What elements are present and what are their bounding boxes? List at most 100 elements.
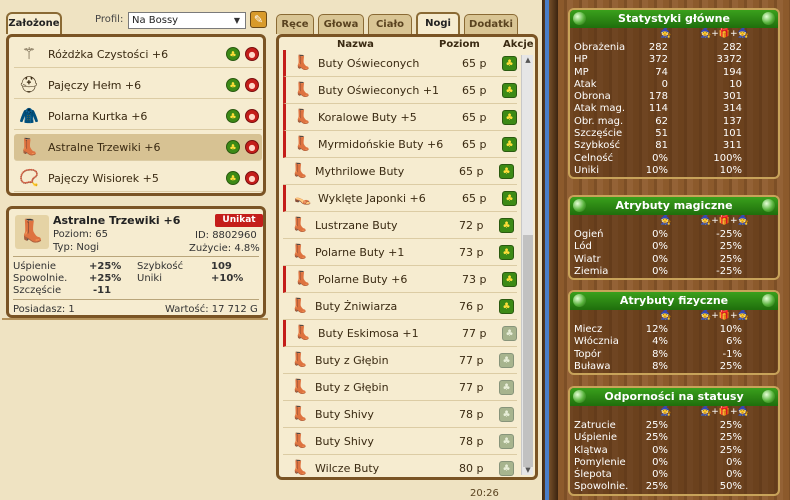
stat-row: Atak mag. 114 314 [570, 103, 778, 115]
tab-zalozone[interactable]: Założone [6, 12, 62, 34]
equip-icon[interactable]: ♣ [226, 47, 240, 61]
item-row[interactable]: 👢 Buty Oświeconych 65 p ♣ [283, 50, 517, 77]
equip-icon[interactable]: ♣ [502, 272, 517, 287]
boots-icon: 👢 [294, 325, 312, 341]
equip-icon[interactable]: ♣ [499, 434, 514, 449]
item-level: 73 p [462, 273, 487, 286]
equipped-item[interactable]: ⚚ Różdżka Czystości +6 ♣ ● [14, 41, 262, 68]
item-row[interactable]: 👢 Lustrzane Buty 72 p ♣ [283, 212, 517, 239]
stat-row: Uniki 10% 10% [570, 165, 778, 177]
item-row[interactable]: 👢 Myrmidońskie Buty +6 65 p ♣ [283, 131, 517, 158]
item-row[interactable]: 👢 Buty z Głębin 77 p ♣ [283, 347, 517, 374]
equipped-item[interactable]: 📿 Pajęczy Wisiorek +5 ♣ ● [14, 165, 262, 192]
item-row[interactable]: 👢 Buty Shivy 78 p ♣ [283, 428, 517, 455]
tab-dodatki[interactable]: Dodatki [464, 14, 518, 34]
profil-select-value: Na Bossy [132, 15, 179, 26]
equip-icon[interactable]: ♣ [226, 140, 240, 154]
equipped-item-name: Polarna Kurtka +6 [48, 110, 148, 123]
stat-label: Zatrucie [574, 420, 616, 431]
item-row[interactable]: 👡 Wyklęte Japonki +6 65 p ♣ [283, 185, 517, 212]
equip-icon[interactable]: ♣ [499, 218, 514, 233]
item-row[interactable]: 👢 Buty Eskimosa +1 77 p ♣ [283, 320, 517, 347]
stat-row: Klątwa 0% 25% [570, 445, 778, 457]
tab-nogi[interactable]: Nogi [416, 12, 460, 34]
equip-icon[interactable]: ♣ [226, 78, 240, 92]
wrench-icon[interactable]: ✎ [250, 11, 267, 28]
stat-value: 25% [645, 420, 668, 431]
equip-icon[interactable]: ♣ [499, 299, 514, 314]
stat-value: -1% [722, 348, 742, 360]
boots-icon: 👡 [294, 190, 312, 206]
item-row[interactable]: 👢 Buty z Głębin 77 p ♣ [283, 374, 517, 401]
item-row[interactable]: 👢 Mythrilowe Buty 65 p ♣ [283, 158, 517, 185]
equip-icon[interactable]: ♣ [499, 407, 514, 422]
stat-box-title: Statystyki główne [570, 10, 778, 28]
equipped-item[interactable]: 🧥 Polarna Kurtka +6 ♣ ● [14, 103, 262, 130]
orb-icon [573, 390, 586, 403]
stat-value: 10% [719, 324, 742, 335]
item-row[interactable]: 👢 Buty Oświeconych +1 65 p ♣ [283, 77, 517, 104]
profil-select[interactable]: Na Bossy ▼ [128, 12, 246, 29]
scroll-up-icon[interactable]: ▲ [522, 55, 534, 65]
item-name: Buty Oświeconych [318, 57, 420, 70]
boots-icon: 👢 [291, 298, 309, 314]
scroll-down-icon[interactable]: ▼ [522, 465, 534, 475]
stat-label: Spowolnie. [13, 273, 68, 284]
equipped-item[interactable]: ⛑ Pajęczy Hełm +6 ♣ ● [14, 72, 262, 99]
remove-icon[interactable]: ● [245, 78, 259, 92]
remove-icon[interactable]: ● [245, 171, 259, 185]
remove-icon[interactable]: ● [245, 140, 259, 154]
stat-row: Atak 0 10 [570, 79, 778, 91]
list-scrollbar[interactable]: ▲ ▼ [521, 55, 533, 475]
remove-icon[interactable]: ● [245, 109, 259, 123]
stat-label: Ślepota [574, 469, 612, 481]
column-header-name: Nazwa [337, 39, 374, 50]
stat-row: Ziemia 0% -25% [570, 266, 778, 278]
chevron-down-icon: ▼ [233, 16, 241, 25]
tab-rece[interactable]: Ręce [276, 14, 314, 34]
stat-row: Lód 0% 25% [570, 241, 778, 253]
item-row[interactable]: 👢 Buty Żniwiarza 76 p ♣ [283, 293, 517, 320]
remove-icon[interactable]: ● [245, 47, 259, 61]
stat-label: Atak [574, 78, 597, 90]
equipped-item-selected[interactable]: 👢 Astralne Trzewiki +6 ♣ ● [14, 134, 262, 161]
equip-icon[interactable]: ♣ [502, 83, 517, 98]
item-row[interactable]: 👢 Wilcze Buty 80 p ♣ [283, 455, 517, 477]
stat-value: 25% [719, 360, 742, 372]
orb-icon [573, 294, 586, 307]
stat-value: 25% [645, 481, 668, 493]
stat-value: 25% [719, 241, 742, 253]
base-stat-icon: 🧙 [660, 407, 672, 417]
equip-icon[interactable]: ♣ [499, 461, 514, 476]
equip-icon[interactable]: ♣ [226, 171, 240, 185]
equip-icon[interactable]: ♣ [502, 191, 517, 206]
equip-icon[interactable]: ♣ [226, 109, 240, 123]
equip-icon[interactable]: ♣ [502, 110, 517, 125]
equip-icon[interactable]: ♣ [502, 326, 517, 341]
equip-icon[interactable]: ♣ [499, 245, 514, 260]
stat-value: 8% [652, 360, 668, 372]
item-row[interactable]: 👢 Polarne Buty +6 73 p ♣ [283, 266, 517, 293]
equip-icon[interactable]: ♣ [499, 380, 514, 395]
stat-value: 25% [645, 432, 668, 444]
item-name: Buty Shivy [315, 435, 374, 448]
item-row[interactable]: 👢 Buty Shivy 78 p ♣ [283, 401, 517, 428]
boots-icon: 👢 [291, 433, 309, 449]
boots-icon: 👢 [291, 460, 309, 476]
stat-box-title: Odporności na statusy [570, 388, 778, 406]
stat-box: Atrybuty fizyczne 🧙 🧙+🎁+🧙 Miecz 12% 10% Włóczn… [568, 290, 780, 376]
item-name: Buty Eskimosa +1 [318, 327, 419, 340]
stat-value: 3372 [716, 54, 742, 66]
tab-glowa[interactable]: Głowa [318, 14, 364, 34]
item-row[interactable]: 👢 Polarne Buty +1 73 p ♣ [283, 239, 517, 266]
item-row[interactable]: 👢 Koralowe Buty +5 65 p ♣ [283, 104, 517, 131]
tab-cialo[interactable]: Ciało [368, 14, 412, 34]
item-level: 77 p [462, 327, 487, 340]
stat-row: Obr. mag. 62 137 [570, 116, 778, 128]
equip-icon[interactable]: ♣ [502, 137, 517, 152]
equip-icon[interactable]: ♣ [499, 164, 514, 179]
equip-icon[interactable]: ♣ [502, 56, 517, 71]
equip-icon[interactable]: ♣ [499, 353, 514, 368]
stat-label: Topór [574, 348, 602, 360]
scrollbar-thumb[interactable] [523, 235, 533, 467]
